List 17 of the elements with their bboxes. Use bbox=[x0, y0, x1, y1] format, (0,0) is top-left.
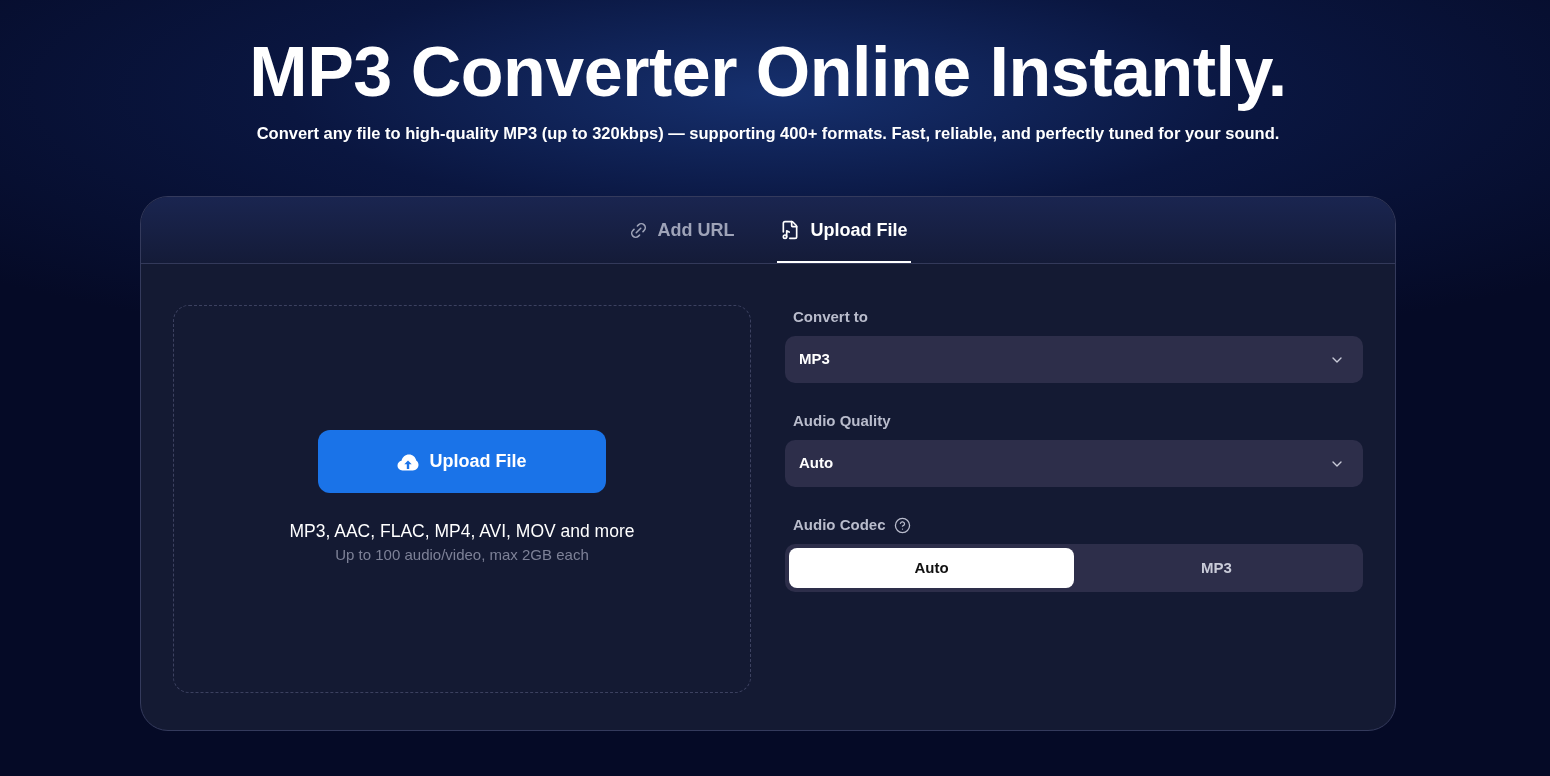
tab[interactable]: Upload File bbox=[777, 197, 911, 263]
help-icon[interactable] bbox=[893, 516, 911, 534]
music-file-icon bbox=[780, 220, 801, 240]
segment-option[interactable]: Auto bbox=[789, 548, 1074, 588]
supported-formats-text: MP3, AAC, FLAC, MP4, AVI, MOV and more bbox=[289, 520, 635, 543]
field-label: Convert to bbox=[793, 307, 868, 327]
upload-limits-text: Up to 100 audio/video, max 2GB each bbox=[335, 545, 589, 565]
segment-option[interactable]: MP3 bbox=[1074, 548, 1359, 588]
page-subtitle: Convert any file to high-quality MP3 (up to 320kbps) — supporting 400+ formats. Fast, reliable, and perfectly tuned for your sound. bbox=[256, 123, 1280, 144]
cloud-upload-icon bbox=[397, 452, 420, 471]
field-label: Audio Codec bbox=[793, 515, 886, 535]
field-label: Audio Quality bbox=[793, 411, 891, 431]
dropdown-select[interactable]: Auto bbox=[785, 440, 1363, 487]
file-drop-zone[interactable]: Upload File MP3, AAC, FLAC, MP4, AVI, MOV and more Up to 100 audio/video, max 2GB each bbox=[173, 305, 751, 693]
tab[interactable]: Add URL bbox=[625, 197, 738, 263]
upload-file-button[interactable]: Upload File bbox=[318, 430, 606, 493]
dropdown-select[interactable]: MP3 bbox=[785, 336, 1363, 383]
